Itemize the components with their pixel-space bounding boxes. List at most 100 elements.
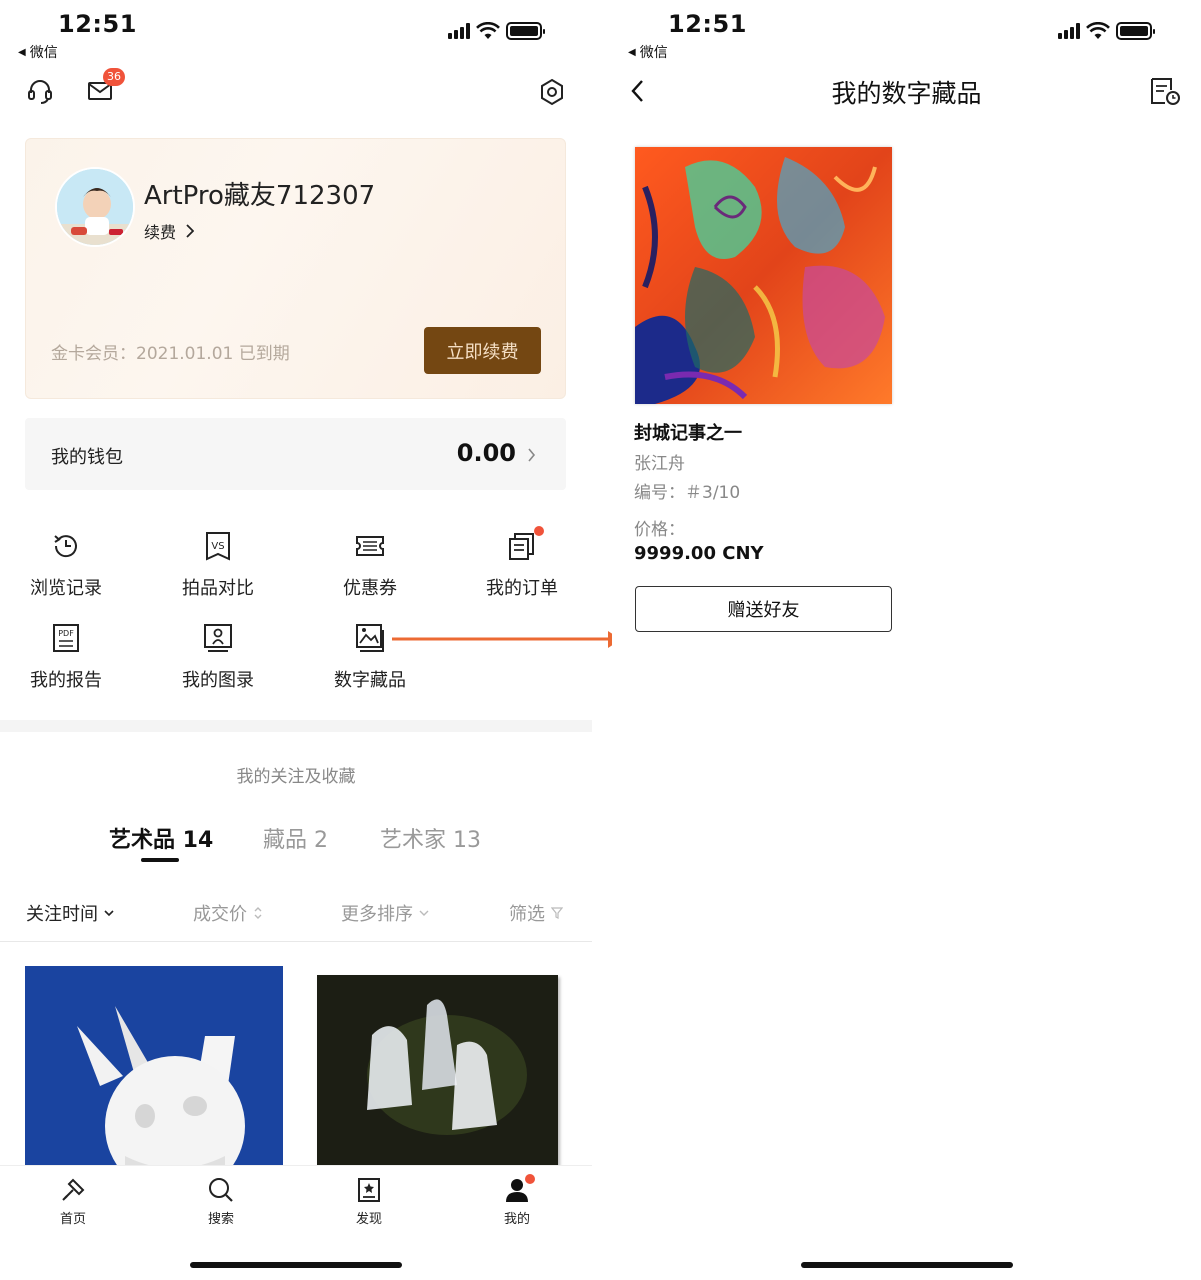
filter-label: 筛选 xyxy=(509,904,545,925)
tabbar-home[interactable]: 首页 xyxy=(33,1176,113,1227)
grid-reports[interactable]: PDF 我的报告 xyxy=(6,622,126,692)
home-indicator xyxy=(190,1262,402,1268)
sort-price-label: 成交价 xyxy=(193,904,247,925)
grid-compare[interactable]: VS 拍品对比 xyxy=(158,530,278,600)
grid-history[interactable]: 浏览记录 xyxy=(6,530,126,600)
membership-status: 金卡会员：2021.01.01 已到期 xyxy=(51,344,290,364)
pdf-report-icon: PDF xyxy=(53,624,79,652)
chevron-right-icon xyxy=(186,224,195,238)
nft-price-label: 价格： xyxy=(634,520,685,540)
artwork-card-ghosts[interactable] xyxy=(317,975,558,1175)
grid-catalog[interactable]: 我的图录 xyxy=(158,622,278,692)
avatar[interactable] xyxy=(55,167,135,247)
status-time: 12:51 xyxy=(668,10,747,38)
filter-button[interactable]: 筛选 xyxy=(509,900,563,926)
records-button[interactable] xyxy=(1149,76,1181,110)
back-triangle-icon: ◀ xyxy=(18,46,26,58)
sort-price[interactable]: 成交价 xyxy=(193,900,263,926)
battery-icon xyxy=(1116,22,1155,40)
messages-button[interactable]: 36 xyxy=(87,68,125,108)
sort-follow-time-label: 关注时间 xyxy=(26,904,98,925)
nft-artwork-image[interactable] xyxy=(635,147,892,404)
grid-orders[interactable]: 我的订单 xyxy=(462,526,582,600)
back-app-label: 微信 xyxy=(29,45,58,61)
renew-link[interactable]: 续费 xyxy=(144,219,195,243)
catalog-icon xyxy=(204,624,232,652)
tabbar-search-label: 搜索 xyxy=(207,1212,234,1227)
digital-collection-icon xyxy=(356,624,384,652)
orders-icon xyxy=(509,533,534,560)
compare-icon: VS xyxy=(206,532,230,561)
grid-reports-label: 我的报告 xyxy=(30,670,102,691)
profile-notification-dot xyxy=(525,1174,535,1184)
sort-more-label: 更多排序 xyxy=(341,904,413,925)
chevron-down-icon xyxy=(104,910,114,917)
grid-coupon[interactable]: 优惠券 xyxy=(310,530,430,600)
sort-more[interactable]: 更多排序 xyxy=(341,900,429,926)
tabbar-profile[interactable]: 我的 xyxy=(477,1174,557,1227)
grid-orders-label: 我的订单 xyxy=(486,578,558,599)
history-icon xyxy=(54,535,77,558)
settings-button[interactable] xyxy=(538,78,566,110)
sort-updown-icon xyxy=(254,907,262,919)
tabbar-profile-label: 我的 xyxy=(503,1212,530,1227)
tab-artworks[interactable]: 艺术品 14 xyxy=(109,822,213,854)
sort-follow-time[interactable]: 关注时间 xyxy=(26,900,114,926)
section-divider xyxy=(0,720,592,732)
grid-catalog-label: 我的图录 xyxy=(182,670,254,691)
member-card: ArtPro藏友712307 续费 金卡会员：2021.01.01 已到期 立即… xyxy=(25,138,566,399)
sort-divider xyxy=(0,941,592,942)
coupon-icon xyxy=(356,536,384,556)
wallet-row[interactable]: 我的钱包 0.00 xyxy=(25,418,566,490)
wallet-label: 我的钱包 xyxy=(51,447,123,468)
back-app-label: 微信 xyxy=(639,45,668,61)
username: ArtPro藏友712307 xyxy=(144,181,376,211)
status-time: 12:51 xyxy=(58,10,137,38)
avatar-illustration xyxy=(57,169,133,245)
ghost-painting-image xyxy=(317,975,558,1175)
active-tab-indicator xyxy=(141,858,179,862)
wallet-balance: 0.00 xyxy=(456,439,516,467)
tab-collections[interactable]: 藏品 2 xyxy=(263,822,328,854)
digital-collection-screen: 12:51 ◀ 微信 我的数字藏品 封城记事之一 张江舟 编号：＃3/10 价格… xyxy=(612,0,1201,1280)
battery-icon xyxy=(506,22,545,40)
tabbar-search[interactable]: 搜索 xyxy=(181,1176,261,1227)
svg-text:VS: VS xyxy=(211,541,224,552)
svg-text:PDF: PDF xyxy=(58,629,74,638)
customer-service-button[interactable] xyxy=(26,78,54,110)
nft-edition-number: 编号：＃3/10 xyxy=(634,483,741,503)
follow-section-title: 我的关注及收藏 xyxy=(236,767,356,787)
psychedelic-painting xyxy=(635,147,892,404)
signal-icon xyxy=(448,23,470,39)
wifi-icon xyxy=(476,22,500,39)
artwork-card-sculpture[interactable] xyxy=(25,966,283,1176)
settings-icon xyxy=(541,78,563,106)
renew-link-label: 续费 xyxy=(144,223,177,242)
back-to-wechat[interactable]: ◀ 微信 xyxy=(628,42,668,62)
home-icon xyxy=(62,1178,85,1201)
chevron-right-icon xyxy=(528,448,536,462)
tab-artists[interactable]: 艺术家 13 xyxy=(380,822,481,854)
back-to-wechat[interactable]: ◀ 微信 xyxy=(18,42,58,62)
tabbar-discover-label: 发现 xyxy=(355,1212,382,1227)
discover-icon xyxy=(358,1178,380,1202)
grid-coupon-label: 优惠券 xyxy=(343,578,397,599)
tabbar-home-label: 首页 xyxy=(59,1212,86,1227)
search-icon xyxy=(209,1178,233,1202)
wifi-icon xyxy=(1086,22,1110,39)
home-indicator xyxy=(800,1262,1013,1268)
gift-to-friend-button[interactable]: 赠送好友 xyxy=(635,586,892,632)
chevron-down-icon xyxy=(419,910,429,916)
tabbar-discover[interactable]: 发现 xyxy=(329,1176,409,1227)
status-icons xyxy=(448,22,545,40)
grid-history-label: 浏览记录 xyxy=(30,578,102,599)
grid-digital-collection-label: 数字藏品 xyxy=(334,670,406,691)
back-triangle-icon: ◀ xyxy=(628,46,636,58)
filter-funnel-icon xyxy=(551,907,563,919)
annotation-arrow xyxy=(392,631,621,648)
grid-compare-label: 拍品对比 xyxy=(182,578,254,599)
status-icons xyxy=(1058,22,1155,40)
renew-now-button[interactable]: 立即续费 xyxy=(424,327,541,374)
nft-artist: 张江舟 xyxy=(634,454,685,474)
unread-badge: 36 xyxy=(103,68,125,86)
